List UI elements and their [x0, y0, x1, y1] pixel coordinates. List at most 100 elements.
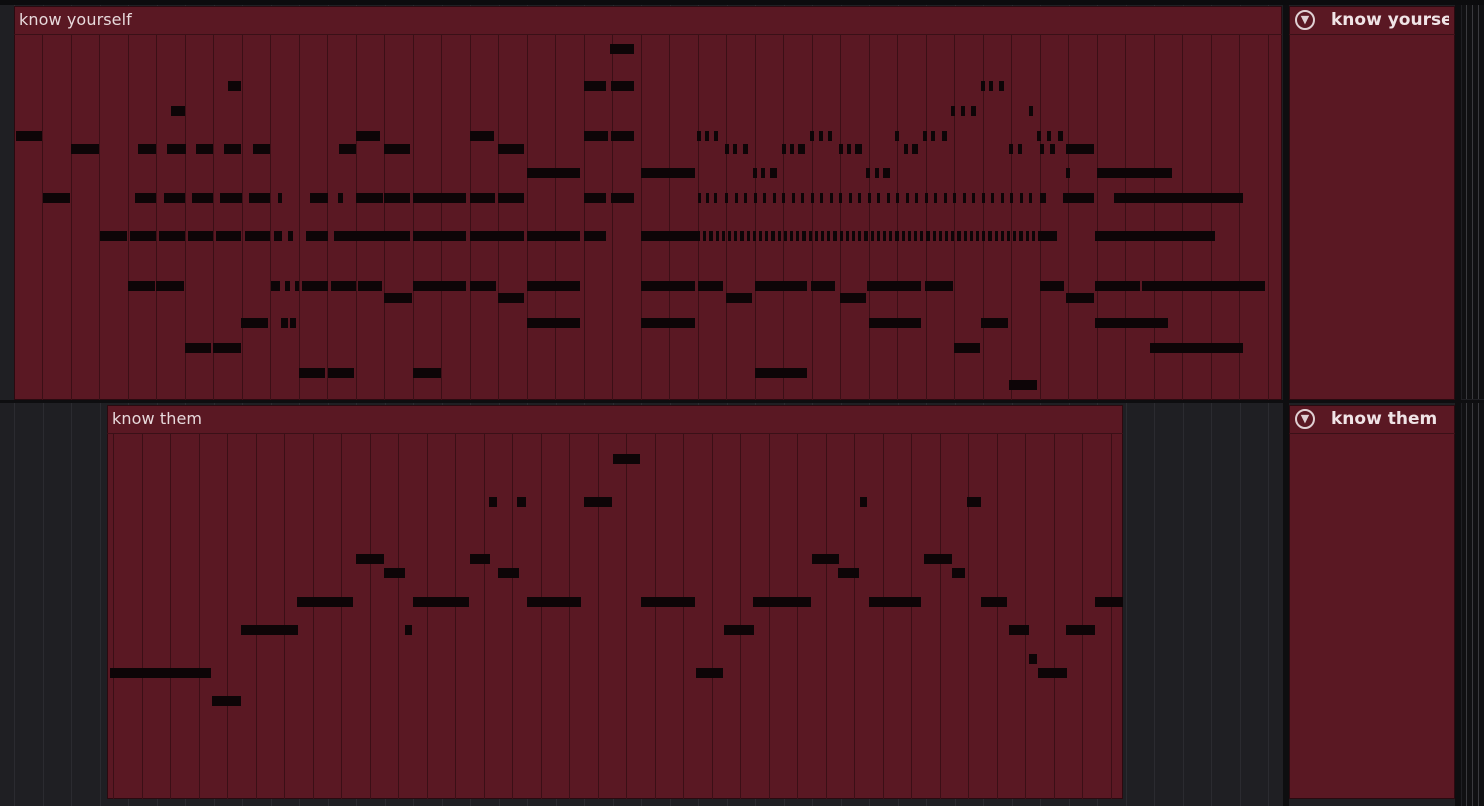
midi-note[interactable]	[271, 281, 280, 291]
midi-note[interactable]	[914, 231, 918, 241]
midi-note[interactable]	[610, 44, 634, 54]
midi-note[interactable]	[1097, 168, 1172, 178]
midi-note[interactable]	[867, 193, 871, 203]
midi-note[interactable]	[943, 193, 947, 203]
midi-note[interactable]	[328, 368, 354, 378]
midi-note[interactable]	[896, 193, 899, 203]
midi-note[interactable]	[156, 281, 184, 291]
midi-note[interactable]	[886, 193, 890, 203]
midi-note[interactable]	[527, 597, 581, 607]
midi-note[interactable]	[821, 231, 825, 241]
midi-note[interactable]	[1029, 106, 1033, 116]
midi-note[interactable]	[855, 144, 862, 154]
midi-note[interactable]	[413, 597, 469, 607]
midi-note[interactable]	[962, 193, 966, 203]
midi-note[interactable]	[852, 231, 856, 241]
midi-note[interactable]	[839, 231, 843, 241]
midi-note[interactable]	[1037, 131, 1041, 141]
midi-note[interactable]	[905, 193, 909, 203]
midi-note[interactable]	[796, 231, 800, 241]
midi-note[interactable]	[924, 554, 952, 564]
midi-note[interactable]	[1063, 193, 1094, 203]
midi-note[interactable]	[224, 144, 241, 154]
midi-note[interactable]	[810, 131, 814, 141]
midi-note[interactable]	[470, 281, 496, 291]
track-header-title-bar[interactable]: ▼ know them	[1289, 405, 1455, 434]
midi-note[interactable]	[1009, 380, 1037, 390]
midi-note[interactable]	[584, 131, 608, 141]
midi-note[interactable]	[470, 231, 524, 241]
midi-note[interactable]	[274, 231, 282, 241]
midi-note[interactable]	[245, 231, 270, 241]
midi-note[interactable]	[714, 131, 718, 141]
midi-note[interactable]	[498, 293, 524, 303]
midi-note[interactable]	[895, 131, 899, 141]
midi-note[interactable]	[1038, 231, 1042, 241]
midi-note[interactable]	[302, 281, 328, 291]
midi-note[interactable]	[641, 281, 695, 291]
midi-note[interactable]	[584, 497, 612, 507]
midi-note[interactable]	[288, 231, 293, 241]
midi-note[interactable]	[725, 144, 729, 154]
midi-note[interactable]	[782, 144, 786, 154]
midi-note[interactable]	[734, 193, 738, 203]
midi-note[interactable]	[611, 193, 634, 203]
midi-note[interactable]	[771, 231, 775, 241]
midi-note[interactable]	[696, 668, 723, 678]
midi-note[interactable]	[714, 193, 717, 203]
midi-note[interactable]	[858, 193, 861, 203]
midi-note[interactable]	[904, 144, 908, 154]
midi-note[interactable]	[1025, 231, 1029, 241]
midi-note[interactable]	[584, 81, 606, 91]
midi-note[interactable]	[413, 281, 466, 291]
midi-note[interactable]	[1142, 281, 1265, 291]
midi-note[interactable]	[384, 568, 405, 578]
midi-note[interactable]	[405, 625, 412, 635]
midi-note[interactable]	[1040, 144, 1044, 154]
midi-note[interactable]	[961, 106, 965, 116]
midi-note[interactable]	[876, 231, 880, 241]
midi-note[interactable]	[1095, 597, 1123, 607]
midi-note[interactable]	[185, 343, 211, 353]
midi-note[interactable]	[740, 231, 744, 241]
midi-note[interactable]	[810, 193, 814, 203]
midi-note[interactable]	[192, 193, 213, 203]
midi-note[interactable]	[698, 193, 701, 203]
midi-note[interactable]	[811, 281, 835, 291]
midi-note[interactable]	[584, 193, 606, 203]
midi-note[interactable]	[833, 231, 837, 241]
midi-note[interactable]	[912, 144, 918, 154]
midi-note[interactable]	[860, 497, 867, 507]
midi-note[interactable]	[782, 193, 785, 203]
midi-note[interactable]	[1040, 231, 1057, 241]
midi-note[interactable]	[752, 231, 756, 241]
midi-note[interactable]	[969, 231, 973, 241]
midi-note[interactable]	[988, 231, 992, 241]
midi-note[interactable]	[71, 144, 99, 154]
midi-note[interactable]	[925, 281, 953, 291]
midi-note[interactable]	[963, 231, 967, 241]
midi-note[interactable]	[981, 81, 985, 91]
midi-note[interactable]	[356, 554, 384, 564]
midi-note[interactable]	[867, 281, 921, 291]
midi-note[interactable]	[130, 231, 156, 241]
midi-note[interactable]	[743, 144, 748, 154]
midi-note[interactable]	[212, 696, 241, 706]
midi-note[interactable]	[1066, 293, 1094, 303]
midi-note[interactable]	[847, 144, 851, 154]
midi-note[interactable]	[527, 231, 580, 241]
midi-clip-know-yourself[interactable]: know yourself	[14, 6, 1282, 400]
midi-note[interactable]	[527, 168, 580, 178]
midi-note[interactable]	[883, 231, 887, 241]
midi-note[interactable]	[703, 231, 707, 241]
midi-note[interactable]	[981, 597, 1007, 607]
midi-note[interactable]	[384, 193, 410, 203]
midi-note[interactable]	[870, 231, 874, 241]
midi-note[interactable]	[338, 193, 343, 203]
midi-note[interactable]	[733, 144, 737, 154]
midi-note[interactable]	[1066, 144, 1094, 154]
midi-note[interactable]	[213, 343, 241, 353]
midi-note[interactable]	[777, 231, 781, 241]
midi-note[interactable]	[1095, 231, 1215, 241]
midi-note[interactable]	[241, 625, 298, 635]
